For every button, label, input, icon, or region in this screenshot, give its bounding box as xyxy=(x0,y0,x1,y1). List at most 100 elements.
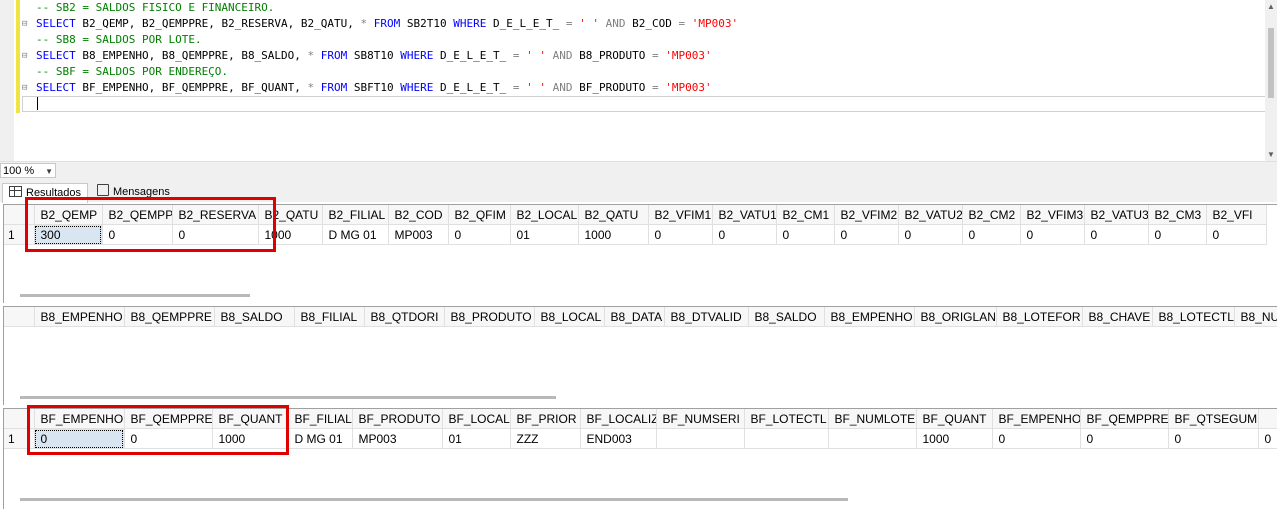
results-grid-sb8[interactable]: B8_EMPENHO B8_QEMPPRE B8_SALDO B8_FILIAL B8_… xyxy=(3,306,1277,405)
tab-messages[interactable]: Mensagens xyxy=(91,183,176,202)
column-header[interactable]: B8_LOTEFOR xyxy=(996,307,1083,327)
grid-cell[interactable]: 01 xyxy=(442,428,511,449)
grid-cell[interactable]: 0 xyxy=(448,224,511,245)
grid-cell[interactable]: 300 xyxy=(34,224,103,245)
column-header[interactable]: BF_EMPENHO xyxy=(34,409,125,429)
scroll-down-icon[interactable]: ▼ xyxy=(1267,150,1275,159)
grid-horizontal-scrollbar[interactable] xyxy=(20,396,556,399)
column-header[interactable]: B2_QEMPPRE xyxy=(102,205,173,225)
grid-cell[interactable]: 0 xyxy=(1020,224,1085,245)
editor-scroll-thumb[interactable] xyxy=(1268,28,1274,98)
column-header[interactable]: B8_CHAVE xyxy=(1082,307,1153,327)
grid-cell[interactable]: 0 xyxy=(898,224,963,245)
collapse-icon[interactable]: ⊟ xyxy=(22,52,32,61)
column-header[interactable]: B2_CM2 xyxy=(962,205,1021,225)
column-header[interactable]: B2_VATU3 xyxy=(1084,205,1149,225)
grid-cell[interactable] xyxy=(828,428,917,449)
column-header[interactable]: B2_QATU xyxy=(258,205,323,225)
grid-cell[interactable]: 0 xyxy=(1080,428,1169,449)
column-header[interactable]: B8_LOCAL xyxy=(534,307,605,327)
grid-cell[interactable]: MP003 xyxy=(352,428,443,449)
grid-cell[interactable]: 0 xyxy=(1168,428,1259,449)
column-header[interactable]: BF_PRODUTO xyxy=(352,409,443,429)
scroll-up-icon[interactable]: ▲ xyxy=(1267,2,1275,11)
column-header[interactable]: BF_EMPENHO xyxy=(992,409,1081,429)
grid-cell[interactable]: 0 xyxy=(172,224,259,245)
code-line[interactable]: ⊟ SELECT B8_EMPENHO, B8_QEMPPRE, B8_SALDO… xyxy=(22,48,1265,64)
column-header[interactable]: BF_QEMPPRE xyxy=(1080,409,1169,429)
grid-cell[interactable]: 0 xyxy=(992,428,1081,449)
column-header[interactable]: B8_EMPENHO xyxy=(824,307,915,327)
grid-horizontal-scrollbar[interactable] xyxy=(20,294,250,297)
grid-cell[interactable]: 0 xyxy=(776,224,835,245)
column-header[interactable]: B2_CM1 xyxy=(776,205,835,225)
code-line[interactable]: -- SB8 = SALDOS POR LOTE. xyxy=(22,32,1265,48)
table-row[interactable]: 1 300 0 0 1000 D MG 01 MP003 0 01 1000 0 0 0 0 0 0 0 0 0 0 xyxy=(4,224,1267,245)
column-header[interactable]: B8_QTDORI xyxy=(364,307,445,327)
column-header[interactable]: B8_ORIGLAN xyxy=(914,307,997,327)
column-header[interactable]: B2_FILIAL xyxy=(322,205,389,225)
column-header[interactable]: BF_QUANT xyxy=(916,409,993,429)
code-line[interactable]: ⊟ SELECT B2_QEMP, B2_QEMPPRE, B2_RESERVA,… xyxy=(22,16,1265,32)
grid-cell[interactable]: 0 xyxy=(34,428,125,449)
grid-cell[interactable]: 0 xyxy=(1084,224,1149,245)
column-header[interactable]: B2_CM3 xyxy=(1148,205,1207,225)
grid-cell[interactable]: ZZZ xyxy=(510,428,581,449)
row-number[interactable]: 1 xyxy=(4,428,35,449)
row-number-header[interactable] xyxy=(4,205,35,225)
grid-cell[interactable]: 1000 xyxy=(212,428,289,449)
zoom-select[interactable]: 100 % ▼ xyxy=(0,163,56,178)
collapse-icon[interactable]: ⊟ xyxy=(22,84,32,93)
table-row[interactable]: 1 0 0 1000 D MG 01 MP003 01 ZZZ END003 1000 0 0 0 0 xyxy=(4,428,1277,449)
editor-vertical-scrollbar[interactable]: ▲ ▼ xyxy=(1265,0,1277,161)
column-header[interactable]: B8_SALDO xyxy=(214,307,295,327)
column-header[interactable]: B2_LOCAL xyxy=(510,205,579,225)
column-header[interactable]: B8_FILIAL xyxy=(294,307,365,327)
grid-cell[interactable]: END003 xyxy=(580,428,657,449)
column-header[interactable]: B2_QEMP xyxy=(34,205,103,225)
column-header[interactable]: BF_NUMSERI xyxy=(656,409,745,429)
column-header[interactable]: B8_PRODUTO xyxy=(444,307,535,327)
grid-cell[interactable] xyxy=(656,428,745,449)
column-header[interactable]: B8_LOTECTL xyxy=(1152,307,1235,327)
editor-horizontal-scrollbar[interactable] xyxy=(62,166,1263,176)
query-editor[interactable]: -- SB2 = SALDOS FISICO E FINANCEIRO. ⊟ SEL… xyxy=(0,0,1277,161)
column-header[interactable]: B8_DATA xyxy=(604,307,665,327)
column-header[interactable]: B2_VFIM1 xyxy=(648,205,713,225)
grid-horizontal-scrollbar[interactable] xyxy=(20,498,848,501)
grid-cell[interactable]: 0 xyxy=(1148,224,1207,245)
column-header[interactable]: BF_QTSEGUM xyxy=(1168,409,1259,429)
grid-cell[interactable]: 1000 xyxy=(258,224,323,245)
code-line[interactable]: -- SBF = SALDOS POR ENDEREÇO. xyxy=(22,64,1265,80)
column-header[interactable]: B2_QFIM xyxy=(448,205,511,225)
column-header[interactable]: B2_VATU2 xyxy=(898,205,963,225)
column-header[interactable]: BF_LOTECTL xyxy=(744,409,829,429)
column-header[interactable]: B2_VFIM3 xyxy=(1020,205,1085,225)
column-header[interactable]: BF_QEMPPRE xyxy=(124,409,213,429)
tab-results[interactable]: Resultados xyxy=(2,183,89,203)
column-header[interactable]: B2_VFIM2 xyxy=(834,205,899,225)
results-grid-sbf[interactable]: BF_EMPENHO BF_QEMPPRE BF_QUANT BF_FILIAL BF_… xyxy=(3,408,1277,509)
column-header[interactable]: B8_NUMLOT xyxy=(1234,307,1277,327)
column-header[interactable]: BF_LOCAL xyxy=(442,409,511,429)
current-line[interactable] xyxy=(22,96,1268,112)
grid-cell[interactable]: 0 xyxy=(1206,224,1267,245)
column-header[interactable]: BF_QUANT xyxy=(212,409,289,429)
grid-cell[interactable]: 0 xyxy=(834,224,899,245)
grid-cell[interactable]: 0 xyxy=(712,224,777,245)
row-number-header[interactable] xyxy=(4,307,35,327)
column-header[interactable]: B8_EMPENHO xyxy=(34,307,125,327)
column-header[interactable]: BF_FILIAL xyxy=(288,409,353,429)
grid-cell[interactable]: 0 xyxy=(962,224,1021,245)
column-header[interactable] xyxy=(1258,409,1277,429)
column-header[interactable]: BF_NUMLOTE xyxy=(828,409,917,429)
grid-cell[interactable]: 0 xyxy=(648,224,713,245)
column-header[interactable]: B2_VFI xyxy=(1206,205,1267,225)
collapse-icon[interactable]: ⊟ xyxy=(22,20,32,29)
row-number[interactable]: 1 xyxy=(4,224,35,245)
grid-cell[interactable] xyxy=(744,428,829,449)
code-line[interactable]: ⊟ SELECT BF_EMPENHO, BF_QEMPPRE, BF_QUANT… xyxy=(22,80,1265,96)
grid-cell[interactable]: MP003 xyxy=(388,224,449,245)
column-header[interactable]: B8_QEMPPRE xyxy=(124,307,215,327)
grid-cell[interactable]: 1000 xyxy=(578,224,649,245)
